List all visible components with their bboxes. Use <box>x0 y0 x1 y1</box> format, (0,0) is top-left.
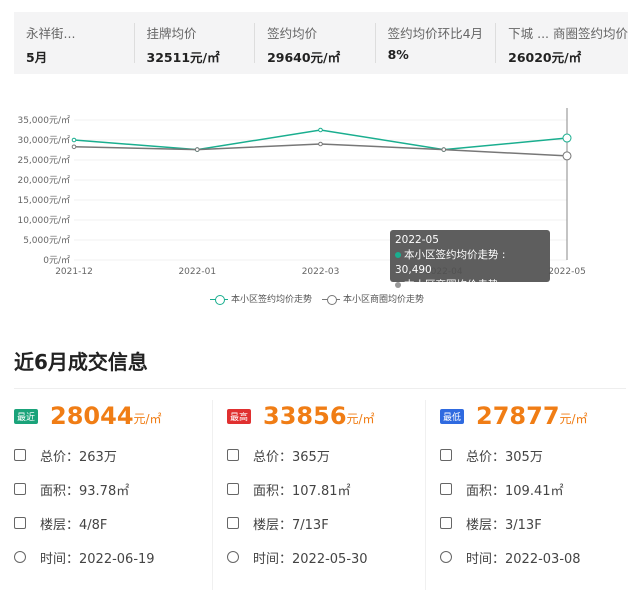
deal-time: 时间：2022-05-30 <box>253 551 368 567</box>
area: 面积：109.41㎡ <box>466 483 564 499</box>
data-point <box>562 133 572 143</box>
section-title: 近6月成交信息 <box>14 350 148 374</box>
price-unit: 元/㎡ <box>559 412 588 426</box>
legend-circle-icon <box>210 294 228 305</box>
deal-badge: 最近 <box>14 409 39 424</box>
data-point <box>318 127 323 133</box>
deal-card-lowest[interactable]: 最低 27877 元/㎡ 总价：305万 面积：109.41㎡ 楼层：3/13F 时… <box>426 400 639 590</box>
stat-value: 8% <box>387 47 409 62</box>
stat-label: 下城 ... 商圈签约均价 <box>508 26 628 41</box>
stat-mom: 签约均价环比4月 8% <box>376 23 497 63</box>
deal-badge: 最低 <box>440 409 465 424</box>
floor: 楼层：3/13F <box>466 517 542 533</box>
y-tick-label: 5,000元/㎡ <box>23 235 70 246</box>
series-dot-icon <box>395 282 401 288</box>
area-icon <box>440 483 452 495</box>
deal-price: 33856 <box>263 402 347 430</box>
deal-card-recent[interactable]: 最近 28044 元/㎡ 总价：263万 面积：93.78㎡ 楼层：4/8F 时间：… <box>0 400 213 590</box>
x-tick-label: 2022-03 <box>302 267 340 277</box>
y-tick-label: 0元/㎡ <box>43 255 70 266</box>
chart-legend: 本小区签约均价走势 本小区商圈均价走势 <box>210 292 424 305</box>
y-tick-label: 20,000元/㎡ <box>17 175 70 186</box>
y-tick-label: 15,000元/㎡ <box>17 195 70 206</box>
price-unit: 元/㎡ <box>346 412 375 426</box>
legend-item[interactable]: 本小区商圈均价走势 <box>322 292 424 305</box>
floor: 楼层：4/8F <box>40 517 108 533</box>
tooltip-line: 本小区签约均价走势 : 30,490 <box>395 249 506 276</box>
legend-circle-icon <box>322 294 341 305</box>
building-icon <box>14 517 26 529</box>
deal-price: 27877 <box>476 402 560 430</box>
stat-value: 32511元/㎡ <box>146 50 220 65</box>
legend-label: 本小区签约均价走势 <box>231 295 313 305</box>
stats-bar: 永祥街... 5月 挂牌均价 32511元/㎡ 签约均价 29640元/㎡ 签约均价环… <box>14 12 628 74</box>
deal-cards: 最近 28044 元/㎡ 总价：263万 面积：93.78㎡ 楼层：4/8F 时间：… <box>0 400 640 590</box>
stat-label: 签约均价 <box>267 26 318 41</box>
legend-label: 本小区商圈均价走势 <box>343 295 425 305</box>
chart-tooltip: 2022-05 本小区签约均价走势 : 30,490 本小区商圈均价走势 : 2… <box>390 230 550 306</box>
data-point <box>441 147 447 152</box>
clock-icon <box>14 551 26 563</box>
floor: 楼层：7/13F <box>253 517 329 533</box>
clock-icon <box>440 551 452 563</box>
x-tick-label: 2022-05 <box>548 267 586 277</box>
series-dot-icon <box>395 252 401 258</box>
area-icon <box>14 483 26 495</box>
y-tick-label: 10,000元/㎡ <box>17 215 70 226</box>
stat-value: 26020元/㎡ <box>508 50 582 65</box>
x-tick-label: 2021-12 <box>55 267 93 277</box>
x-tick-label: 2022-01 <box>178 267 216 277</box>
stat-value: 29640元/㎡ <box>267 50 341 65</box>
stat-label: 永祥街... <box>26 26 76 41</box>
deal-badge: 最高 <box>227 409 252 424</box>
total-price: 总价：305万 <box>466 449 543 465</box>
data-point <box>71 137 77 143</box>
area: 面积：93.78㎡ <box>40 483 130 499</box>
divider <box>14 388 626 389</box>
deal-price: 28044 <box>50 402 134 430</box>
area-icon <box>227 483 239 495</box>
stat-label: 签约均价环比4月 <box>387 26 484 41</box>
building-icon <box>440 517 452 529</box>
stat-month: 永祥街... 5月 <box>14 23 135 65</box>
area: 面积：107.81㎡ <box>253 483 351 499</box>
legend-item[interactable]: 本小区签约均价走势 <box>210 292 312 305</box>
deal-time: 时间：2022-03-08 <box>466 551 581 567</box>
data-point <box>71 144 77 150</box>
y-tick-label: 30,000元/㎡ <box>17 135 70 146</box>
y-tick-label: 35,000元/㎡ <box>17 115 70 126</box>
data-point <box>194 147 200 152</box>
house-icon <box>227 449 239 461</box>
stat-label: 挂牌均价 <box>146 26 197 41</box>
stat-listing-price: 挂牌均价 32511元/㎡ <box>135 23 256 65</box>
data-point <box>318 141 323 147</box>
building-icon <box>227 517 239 529</box>
stat-district-price: 下城 ... 商圈签约均价 26020元/㎡ <box>496 23 628 65</box>
total-price: 总价：365万 <box>253 449 330 465</box>
deal-time: 时间：2022-06-19 <box>40 551 155 567</box>
deal-card-highest[interactable]: 最高 33856 元/㎡ 总价：365万 面积：107.81㎡ 楼层：7/13F 时… <box>213 400 426 590</box>
house-icon <box>14 449 26 461</box>
tooltip-title: 2022-05 <box>395 234 439 246</box>
stat-signed-price: 签约均价 29640元/㎡ <box>255 23 376 65</box>
stat-value: 5月 <box>26 50 48 65</box>
total-price: 总价：263万 <box>40 449 117 465</box>
clock-icon <box>227 551 239 563</box>
house-icon <box>440 449 452 461</box>
y-tick-label: 25,000元/㎡ <box>17 155 70 166</box>
price-unit: 元/㎡ <box>133 412 162 426</box>
data-point <box>562 151 572 161</box>
